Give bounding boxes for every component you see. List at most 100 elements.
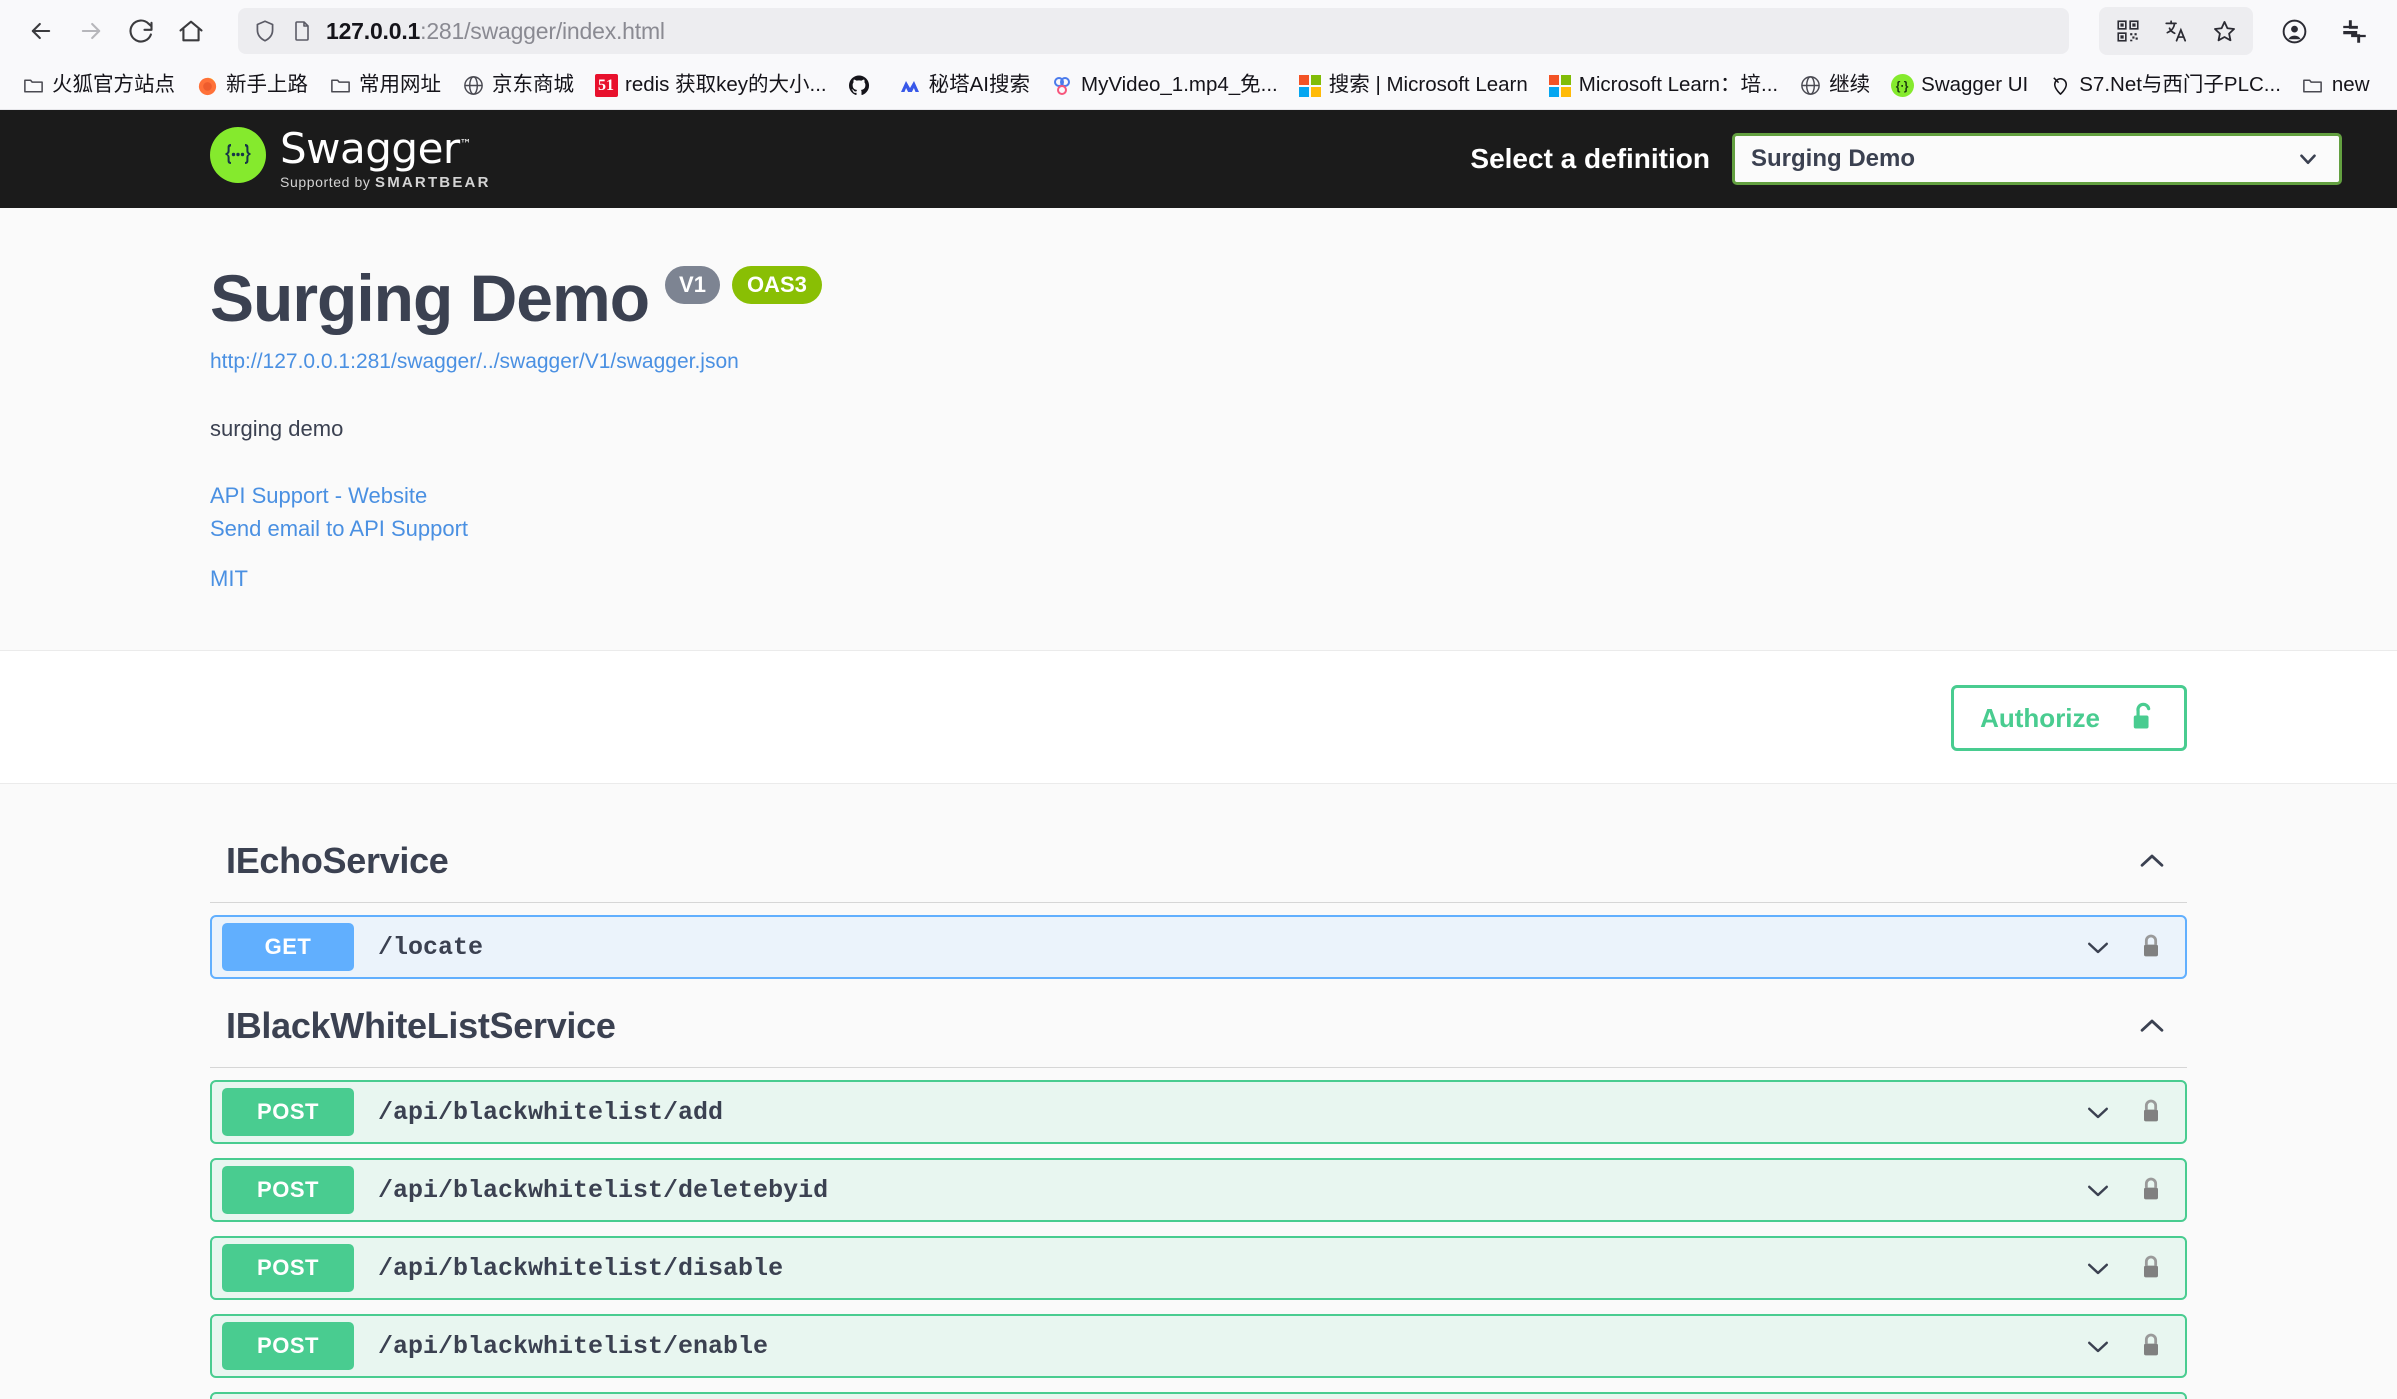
bookmark-label: S7.Net与西门子PLC...	[2079, 73, 2281, 97]
bookmark-item[interactable]: new	[2292, 69, 2379, 103]
qr-code-icon[interactable]	[2105, 9, 2151, 53]
bookmark-item[interactable]: 京东商城	[452, 69, 583, 103]
api-title-row: Surging Demo V1 OAS3	[210, 260, 2187, 336]
folder-icon	[328, 74, 352, 98]
chevron-down-icon[interactable]	[2083, 1253, 2113, 1283]
bookmark-item[interactable]: 新手上路	[186, 69, 317, 103]
bookmark-item[interactable]: 搜索 | Microsoft Learn	[1289, 69, 1537, 103]
bookmark-item[interactable]: 常用网址	[319, 69, 450, 103]
url-bar-container: 127.0.0.1:281/swagger/index.html	[216, 8, 2091, 54]
url-text: 127.0.0.1:281/swagger/index.html	[326, 18, 665, 45]
bookmark-item[interactable]: S7.Net与西门子PLC...	[2039, 69, 2290, 103]
bookmark-label: new	[2331, 73, 2370, 97]
translate-icon[interactable]	[2153, 9, 2199, 53]
trademark-symbol: ™	[459, 137, 472, 152]
authorize-button[interactable]: Authorize	[1951, 685, 2187, 752]
url-bar[interactable]: 127.0.0.1:281/swagger/index.html	[238, 8, 2069, 54]
globe-icon	[1798, 74, 1822, 98]
bookmark-item[interactable]: 秘塔AI搜索	[889, 69, 1039, 103]
back-button[interactable]	[16, 6, 66, 56]
star-icon[interactable]	[2201, 9, 2247, 53]
operation-path: /api/blackwhitelist/deletebyid	[378, 1175, 829, 1205]
chevron-up-icon[interactable]	[2135, 844, 2187, 878]
folder-icon	[2301, 74, 2325, 98]
metaso-icon	[898, 74, 922, 98]
authorize-button-label: Authorize	[1980, 702, 2100, 733]
bookmark-label: Swagger UI	[1921, 73, 2029, 97]
lock-icon[interactable]	[2139, 1332, 2163, 1360]
operation-method-badge: POST	[222, 1166, 354, 1215]
contact-website-link[interactable]: API Support - Website	[210, 480, 2187, 511]
operation-row[interactable]: POST/api/blackwhitelist/deletebyid	[210, 1158, 2187, 1223]
bookmark-item[interactable]: MyVideo_1.mp4_免...	[1041, 69, 1287, 103]
page-icon[interactable]	[290, 19, 314, 43]
operation-row[interactable]: POST/api/blackwhitelist/add	[210, 1080, 2187, 1145]
lock-icon[interactable]	[2139, 933, 2163, 961]
operation-method-badge: POST	[222, 1088, 354, 1137]
url-path: :281/swagger/index.html	[420, 17, 665, 44]
swagger-logo-icon	[210, 127, 266, 184]
pin-icon	[2048, 74, 2072, 98]
chevron-down-icon[interactable]	[2083, 1175, 2113, 1205]
operation-path: /api/blackwhitelist/disable	[378, 1253, 784, 1283]
bookmark-label: 常用网址	[359, 73, 441, 97]
bookmark-label: 秘塔AI搜索	[928, 73, 1030, 97]
firefox-icon	[195, 74, 219, 98]
spec-url-link[interactable]: http://127.0.0.1:281/swagger/../swagger/…	[210, 350, 2187, 374]
lock-icon[interactable]	[2139, 1098, 2163, 1126]
lock-icon[interactable]	[2139, 1176, 2163, 1204]
chevron-down-icon[interactable]	[2083, 1097, 2113, 1127]
bookmark-item[interactable]: 继续	[1789, 69, 1879, 103]
oas-badge: OAS3	[731, 266, 822, 304]
bookmarks-overflow-button[interactable]	[2383, 69, 2397, 103]
operation-method-badge: POST	[222, 1322, 354, 1371]
bookmarks-bar: 火狐官方站点 新手上路 常用网址 京东商城 51 redis 获取key的大小.…	[0, 62, 2397, 110]
operation-row[interactable]: POST/api/blackwhitelist/enable	[210, 1314, 2187, 1379]
operation-row[interactable]: POST/api/blackwhitelist/getlistbyids	[210, 1392, 2187, 1399]
url-host: 127.0.0.1	[326, 17, 421, 44]
url-action-buttons	[2099, 7, 2253, 55]
operation-row[interactable]: GET/locate	[210, 915, 2187, 980]
bookmark-item-swagger-ui[interactable]: {∙} Swagger UI	[1881, 69, 2037, 103]
bookmark-label: 火狐官方站点	[52, 73, 175, 97]
shield-icon[interactable]	[252, 18, 278, 44]
operation-method-badge: POST	[222, 1244, 354, 1293]
definition-select[interactable]: Surging Demo	[1732, 132, 2342, 185]
version-badge: V1	[665, 266, 720, 304]
bookmark-item[interactable]: 51 redis 获取key的大小...	[585, 69, 836, 103]
mobile-icon	[2392, 74, 2397, 98]
chevron-down-icon	[2295, 146, 2321, 172]
tag-header[interactable]: IEchoService	[210, 828, 2187, 904]
browser-navigation-bar: 127.0.0.1:281/swagger/index.html	[0, 0, 2397, 62]
bookmark-label: redis 获取key的大小...	[625, 73, 827, 97]
chevron-up-icon[interactable]	[2135, 1009, 2187, 1043]
browser-right-icons	[2253, 9, 2381, 53]
microsoft-icon	[1298, 74, 1322, 98]
lock-icon[interactable]	[2139, 1254, 2163, 1282]
swagger-wordmark: Swagger™	[280, 124, 472, 174]
home-button[interactable]	[166, 6, 216, 56]
globe-icon	[461, 74, 485, 98]
swagger-logo[interactable]: Swagger™ Supported by SMARTBEAR	[210, 127, 491, 191]
contact-email-link[interactable]: Send email to API Support	[210, 513, 2187, 544]
bookmark-item[interactable]	[838, 69, 887, 103]
bookmark-item[interactable]: Microsoft Learn：培...	[1539, 69, 1787, 103]
bookmark-label: 新手上路	[226, 73, 308, 97]
chevron-down-icon[interactable]	[2083, 1331, 2113, 1361]
select-definition-label: Select a definition	[1470, 142, 1710, 174]
account-icon[interactable]	[2271, 9, 2317, 53]
tag-header[interactable]: IBlackWhiteListService	[210, 993, 2187, 1069]
operation-method-badge: GET	[222, 923, 354, 972]
forward-button[interactable]	[66, 6, 116, 56]
license-link[interactable]: MIT	[210, 566, 248, 591]
bookmark-item[interactable]: 火狐官方站点	[12, 69, 184, 103]
page-title: Surging Demo	[210, 261, 650, 335]
chevron-down-icon[interactable]	[2083, 932, 2113, 962]
bookmark-label: Microsoft Learn：培...	[1578, 73, 1779, 97]
definition-selector-group: Select a definition Surging Demo	[1470, 132, 2342, 185]
reload-button[interactable]	[116, 6, 166, 56]
tag-name: IEchoService	[226, 840, 449, 882]
operation-row[interactable]: POST/api/blackwhitelist/disable	[210, 1236, 2187, 1301]
api-license: MIT	[210, 566, 2187, 592]
extensions-icon[interactable]	[2331, 9, 2377, 53]
